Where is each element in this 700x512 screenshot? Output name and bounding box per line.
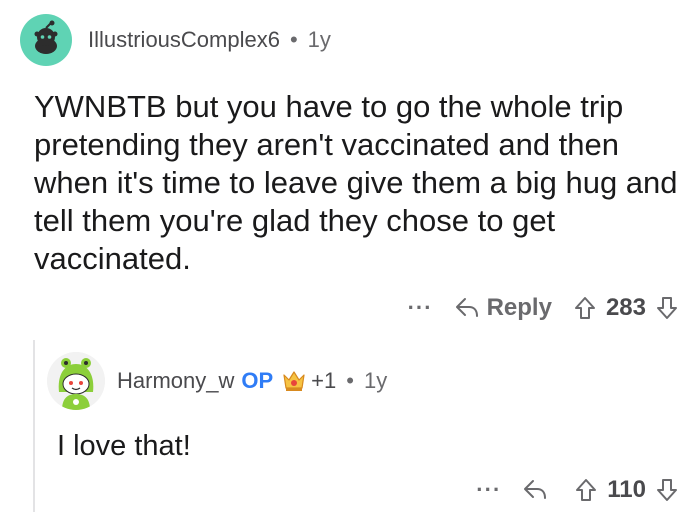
upvote-arrow-icon[interactable] — [575, 478, 597, 502]
comment-actions: ··· Reply 283 — [408, 288, 678, 328]
avatar[interactable] — [47, 352, 105, 410]
thread-line[interactable] — [33, 340, 35, 512]
downvote-arrow-icon[interactable] — [656, 296, 678, 320]
separator-dot: • — [346, 368, 354, 393]
award-icon[interactable] — [281, 369, 307, 393]
reply-arrow-icon[interactable] — [455, 297, 479, 319]
reply-age: 1y — [363, 368, 388, 393]
award-count: +1 — [311, 368, 337, 393]
vote-score: 110 — [607, 476, 646, 503]
op-badge: OP — [241, 368, 274, 393]
upvote-arrow-icon[interactable] — [574, 296, 596, 320]
comment-thread: IllustriousComplex6 • 1y YWNBTB but you … — [0, 0, 700, 512]
downvote-arrow-icon[interactable] — [656, 478, 678, 502]
comment-age: 1y — [307, 27, 331, 52]
more-options-button[interactable]: ··· — [408, 297, 433, 319]
reply-username[interactable]: Harmony_w — [117, 368, 234, 394]
snoo-avatar-icon — [34, 20, 58, 54]
reply-header: Harmony_w OP +1 • 1y — [47, 348, 387, 414]
comment-header: IllustriousComplex6 • 1y — [20, 14, 331, 66]
reply-arrow-icon[interactable] — [523, 479, 547, 501]
reply-body: I love that! — [57, 430, 191, 462]
comment-username[interactable]: IllustriousComplex6 — [88, 27, 280, 53]
reply-actions: ··· 110 — [476, 470, 678, 510]
vote-score: 283 — [605, 294, 646, 321]
avatar[interactable] — [20, 14, 72, 66]
snoo-avatar-icon — [47, 352, 105, 410]
comment-body: YWNBTB but you have to go the whole trip… — [34, 89, 678, 276]
more-options-button[interactable]: ··· — [476, 479, 501, 501]
separator-dot: • — [289, 27, 298, 52]
reply-button[interactable]: Reply — [487, 294, 552, 322]
